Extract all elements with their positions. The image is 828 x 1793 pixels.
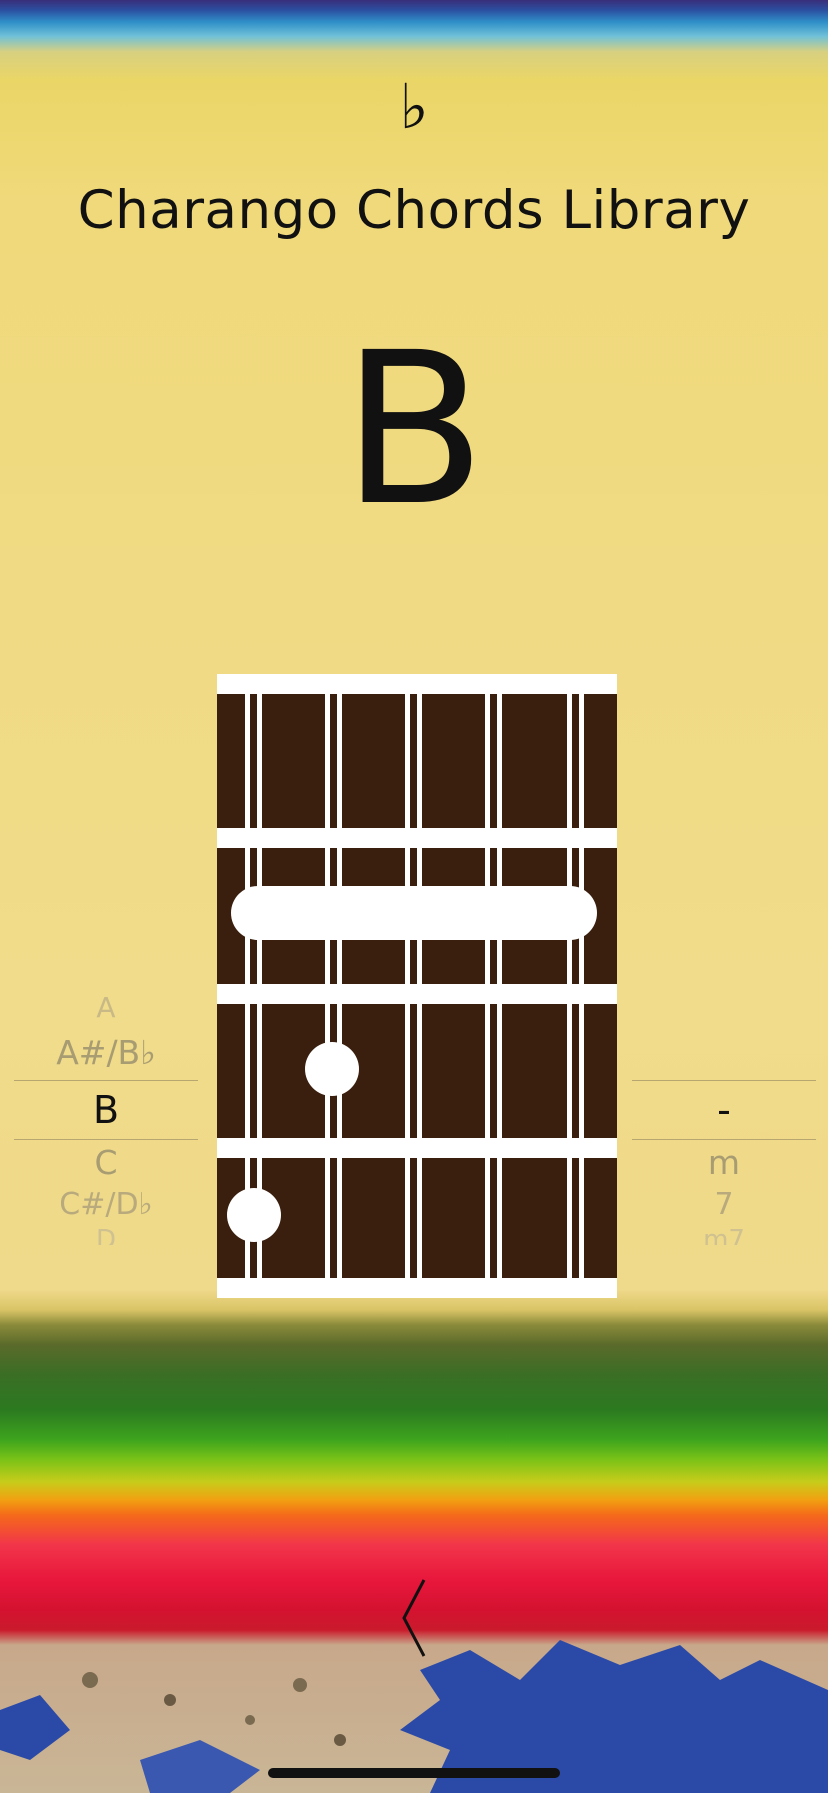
string-line xyxy=(325,674,330,1298)
picker-item[interactable]: m7 xyxy=(682,1225,766,1245)
flat-toggle-button[interactable]: ♭ xyxy=(0,62,828,152)
string-line xyxy=(337,674,342,1298)
app-screen: { "header": { "flat_symbol": "♭", "title… xyxy=(0,0,828,1793)
picker-item[interactable]: A#/B♭ xyxy=(14,1033,198,1072)
barre-marker xyxy=(231,886,597,940)
string-line xyxy=(485,674,490,1298)
picker-item[interactable]: A xyxy=(14,991,198,1024)
chevron-left-icon[interactable] xyxy=(398,1578,428,1658)
string-line xyxy=(579,674,584,1298)
picker-selection-line xyxy=(632,1139,816,1140)
picker-item[interactable]: m xyxy=(682,1143,766,1182)
picker-item[interactable]: D xyxy=(14,1225,198,1245)
picker-item[interactable]: C xyxy=(14,1143,198,1182)
picker-item-selected[interactable]: B xyxy=(14,1088,198,1132)
home-indicator[interactable] xyxy=(268,1768,560,1778)
finger-dot xyxy=(305,1042,359,1096)
picker-item[interactable]: 7 xyxy=(682,1187,766,1222)
string-line xyxy=(567,674,572,1298)
finger-dot xyxy=(227,1188,281,1242)
app-title: Charango Chords Library xyxy=(77,180,751,241)
string-line xyxy=(497,674,502,1298)
root-note-picker[interactable]: A A#/B♭ B C C#/D♭ D xyxy=(14,985,198,1255)
string-line xyxy=(405,674,410,1298)
chord-type-picker[interactable]: - m 7 m7 xyxy=(632,985,816,1255)
picker-selection-line xyxy=(14,1139,198,1140)
picker-selection-line xyxy=(14,1080,198,1081)
picker-item[interactable]: C#/D♭ xyxy=(14,1187,198,1222)
picker-item-selected[interactable]: - xyxy=(682,1088,766,1132)
chord-diagram-fretboard xyxy=(217,674,617,1298)
current-chord-name: B xyxy=(341,307,487,552)
picker-selection-line xyxy=(632,1080,816,1081)
string-line xyxy=(417,674,422,1298)
